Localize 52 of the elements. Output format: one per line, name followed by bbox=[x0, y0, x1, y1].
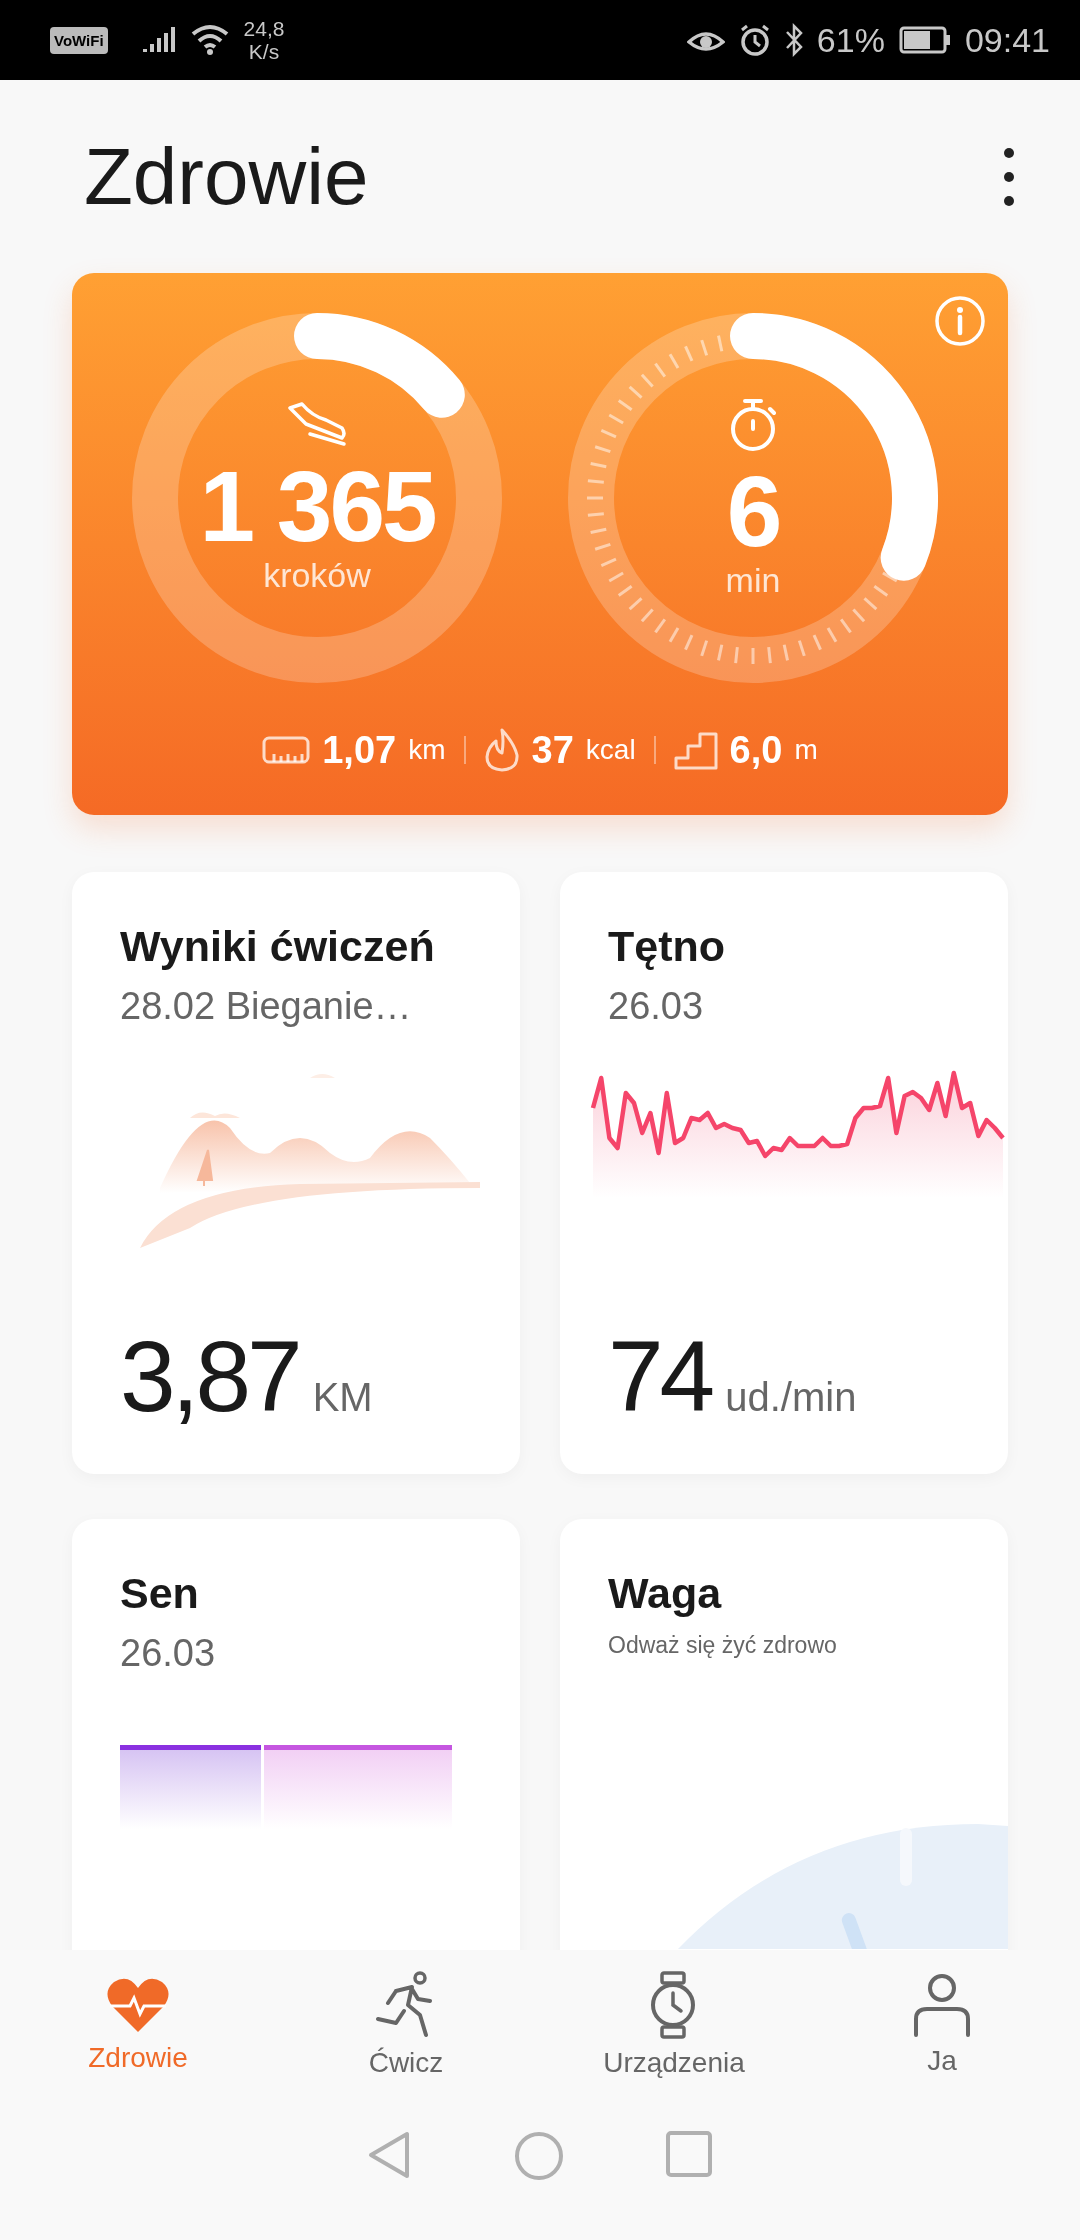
stopwatch-icon bbox=[728, 396, 778, 453]
card-title: Sen bbox=[120, 1569, 200, 1618]
health-card[interactable]: Wyniki ćwiczeń 28.02 Bieganie… 3,87 KM bbox=[72, 872, 520, 1474]
flame-icon bbox=[483, 727, 520, 773]
home-button[interactable] bbox=[513, 2130, 565, 2182]
card-unit: ud./min bbox=[725, 1375, 857, 1420]
stat-unit: m bbox=[794, 734, 818, 766]
card-value: 74 bbox=[608, 1319, 712, 1434]
info-icon[interactable] bbox=[934, 295, 986, 347]
shoe-icon bbox=[286, 401, 348, 448]
bluetooth-icon bbox=[784, 23, 803, 57]
health-card[interactable]: Sen 26.03 bbox=[72, 1519, 520, 1950]
nav-tab[interactable]: Zdrowie bbox=[4, 1950, 272, 2100]
stat-value: 37 bbox=[531, 728, 574, 772]
card-title: Wyniki ćwiczeń bbox=[120, 922, 436, 971]
nav-tab[interactable]: Ja bbox=[808, 1950, 1076, 2100]
stat-value: 6,0 bbox=[729, 728, 783, 772]
stat-unit: kcal bbox=[585, 734, 636, 766]
health-card[interactable]: Tętno 26.03 74 ud./min bbox=[560, 872, 1008, 1474]
ruler-icon bbox=[262, 736, 311, 764]
stat-unit: km bbox=[408, 734, 446, 766]
card-title: Tętno bbox=[608, 922, 727, 971]
card-date: 26.03 bbox=[608, 985, 705, 1028]
network-speed: 24,8 bbox=[243, 17, 285, 40]
ring-value: 6 bbox=[726, 460, 780, 561]
card-title: Waga bbox=[608, 1569, 723, 1618]
signal-icon bbox=[141, 25, 176, 55]
nav-tab[interactable]: Urządzenia bbox=[540, 1950, 808, 2100]
card-date: 28.02 Bieganie… bbox=[120, 985, 413, 1028]
speed-unit: K/s bbox=[248, 40, 280, 63]
health-card[interactable]: Waga Odważ się żyć zdrowo bbox=[560, 1519, 1008, 1950]
alarm-icon bbox=[738, 24, 771, 56]
vowifi-badge: VoWiFi bbox=[50, 26, 108, 54]
stat-value: 1,07 bbox=[322, 728, 397, 772]
wifi-icon bbox=[189, 24, 230, 56]
battery-icon bbox=[898, 26, 951, 54]
stairs-icon bbox=[673, 730, 718, 770]
ring-unit: kroków bbox=[263, 555, 371, 595]
activity-card[interactable]: 1 365 kroków 6 min 1,07 km 37 kcal 6,0 m bbox=[72, 273, 1008, 815]
heart-pulse-icon bbox=[106, 1976, 170, 2034]
person-icon bbox=[913, 1973, 971, 2037]
page-title: Zdrowie bbox=[84, 130, 369, 223]
ring-unit: min bbox=[725, 560, 781, 600]
card-unit: KM bbox=[312, 1375, 373, 1420]
nav-tab[interactable]: Ćwicz bbox=[272, 1950, 540, 2100]
card-note: Odważ się żyć zdrowo bbox=[608, 1632, 838, 1659]
card-date: 26.03 bbox=[120, 1632, 217, 1675]
recents-button[interactable] bbox=[665, 2130, 713, 2178]
clock-time: 09:41 bbox=[964, 20, 1050, 60]
ring-value: 1 365 bbox=[199, 455, 435, 556]
card-value: 3,87 bbox=[120, 1319, 299, 1434]
battery-percent: 61% bbox=[816, 20, 885, 60]
